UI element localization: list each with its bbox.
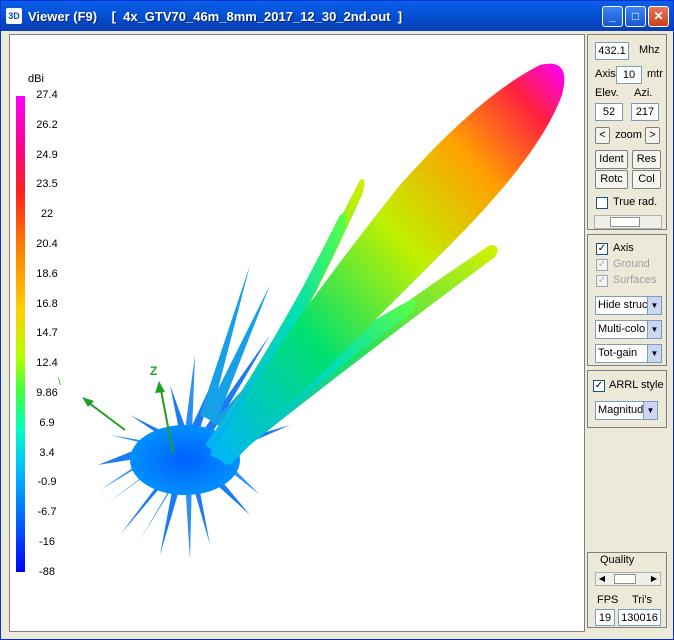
window-title: Viewer (F9) [ 4x_GTV70_46m_8mm_2017_12_3… <box>28 9 403 24</box>
radiation-pattern-plot: \ Z <box>58 63 565 560</box>
quality-slider[interactable]: ◀ ▶ <box>595 572 661 586</box>
close-button[interactable]: ✕ <box>648 6 669 27</box>
azimuth-label: Azi. <box>634 87 653 99</box>
axis-length-field[interactable]: 10 <box>616 66 642 84</box>
elevation-label: Elev. <box>595 87 619 99</box>
arrl-style-checkbox[interactable]: ✓ <box>593 380 605 392</box>
ground-checkbox-label: Ground <box>613 258 650 270</box>
gain-select-value: Tot-gain <box>598 347 638 359</box>
azimuth-field[interactable]: 217 <box>631 103 659 121</box>
control-panel: 432.1 Mhz Axis 10 mtr Elev. Azi. 52 217 … <box>587 34 667 632</box>
viewer-window: 3D Viewer (F9) [ 4x_GTV70_46m_8mm_2017_1… <box>0 0 674 640</box>
tris-label: Tri's <box>632 594 653 606</box>
gain-select[interactable]: Tot-gain ▼ <box>595 344 662 363</box>
col-button[interactable]: Col <box>632 170 661 189</box>
svg-text:\: \ <box>58 377 61 388</box>
true-rad-checkbox[interactable] <box>596 197 608 209</box>
color-mode-select[interactable]: Multi-colo ▼ <box>595 320 662 339</box>
3d-app-icon: 3D <box>6 8 22 24</box>
axis-checkbox[interactable]: ✓ <box>596 243 608 255</box>
chevron-down-icon: ▼ <box>647 321 661 338</box>
structure-select[interactable]: Hide struc ▼ <box>595 296 662 315</box>
arrl-style-label: ARRL style <box>609 379 664 391</box>
3d-viewport[interactable]: dBi 27.4 26.2 24.9 23.5 22 20.4 18.6 16.8 14.7 12… <box>9 34 585 632</box>
chevron-down-icon: ▼ <box>647 297 661 314</box>
zoom-in-button[interactable]: > <box>645 127 660 144</box>
res-button[interactable]: Res <box>632 150 661 169</box>
slider-right-icon[interactable]: ▶ <box>648 573 660 585</box>
fps-value: 19 <box>595 609 615 626</box>
frequency-field[interactable]: 432.1 <box>595 42 629 60</box>
axis-checkbox-label: Axis <box>613 242 634 254</box>
radius-slider[interactable] <box>594 215 662 229</box>
axis-length-label: Axis <box>595 68 616 80</box>
ident-button[interactable]: Ident <box>595 150 628 169</box>
quality-label: Quality <box>600 554 635 566</box>
quality-slider-thumb[interactable] <box>614 574 636 584</box>
display-options-group: ✓ Axis ✓ Ground ✓ Surfaces Hide struc ▼ M… <box>587 234 667 366</box>
view-controls-group: 432.1 Mhz Axis 10 mtr Elev. Azi. 52 217 … <box>587 34 667 230</box>
magnitude-select-value: Magnitud <box>598 404 644 416</box>
svg-text:Z: Z <box>150 364 157 378</box>
elevation-field[interactable]: 52 <box>595 103 623 121</box>
axis-length-unit: mtr <box>647 68 663 80</box>
color-mode-select-value: Multi-colo <box>598 323 646 335</box>
slider-left-icon[interactable]: ◀ <box>596 573 608 585</box>
structure-select-value: Hide struc <box>598 299 648 311</box>
minimize-button[interactable]: _ <box>602 6 623 27</box>
radius-slider-thumb[interactable] <box>610 217 640 227</box>
chevron-down-icon: ▼ <box>643 402 657 419</box>
quality-group: Quality ◀ ▶ FPS Tri's 19 130016 <box>587 552 667 628</box>
main-lobe <box>210 63 565 465</box>
zoom-out-button[interactable]: < <box>595 127 610 144</box>
title-bar[interactable]: 3D Viewer (F9) [ 4x_GTV70_46m_8mm_2017_1… <box>1 1 673 31</box>
maximize-button[interactable]: □ <box>625 6 646 27</box>
chevron-down-icon: ▼ <box>647 345 661 362</box>
magnitude-select[interactable]: Magnitud ▼ <box>595 401 658 420</box>
arrl-group: ✓ ARRL style Magnitud ▼ <box>587 370 667 428</box>
zoom-label: zoom <box>615 129 642 141</box>
tris-value: 130016 <box>618 609 661 626</box>
frequency-unit: Mhz <box>639 44 660 56</box>
fps-label: FPS <box>597 594 619 606</box>
surfaces-checkbox: ✓ <box>596 275 608 287</box>
rotc-button[interactable]: Rotc <box>595 170 628 189</box>
surfaces-checkbox-label: Surfaces <box>613 274 657 286</box>
true-rad-label: True rad. <box>613 196 658 208</box>
ground-checkbox: ✓ <box>596 259 608 271</box>
